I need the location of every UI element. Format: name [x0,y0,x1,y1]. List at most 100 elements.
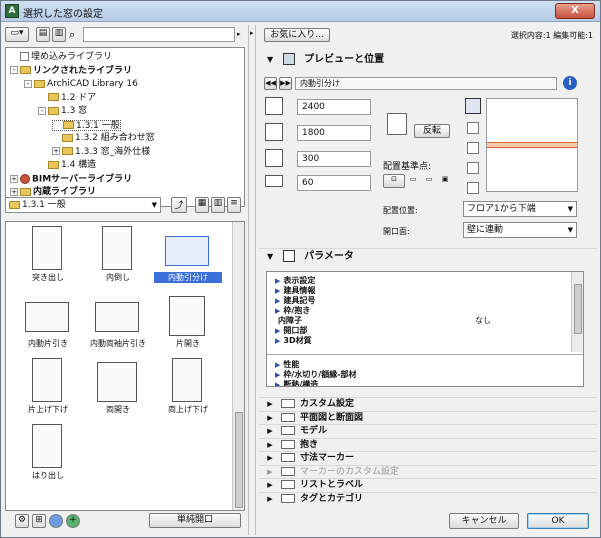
view-3d-icon[interactable] [467,162,479,174]
parameter-row[interactable]: ▶ 建具情報 [275,286,315,295]
info-icon[interactable]: i [563,76,577,90]
parameter-label: 枠/水切り/額縁-部材 [283,370,357,379]
close-button[interactable]: X [555,3,595,19]
parameter-row[interactable]: ▶ 表示設定 [275,276,315,285]
library-item[interactable]: 片開き [158,290,218,352]
library-item[interactable]: 内倒し [88,224,148,286]
cancel-button[interactable]: キャンセル [449,513,519,529]
large-icons-view-icon[interactable]: ▦ [195,197,209,213]
library-item[interactable]: はり出し [18,422,78,484]
anchor-center-icon[interactable]: ▭ [406,174,420,188]
chevron-down-icon: ▼ [151,201,157,209]
section-header[interactable]: ▶ モデル [259,424,597,436]
anchor-right-icon[interactable]: ▭ [422,174,436,188]
section-header[interactable]: ▶ リストとラベル [259,478,597,490]
library-item[interactable]: 両上げ下げ [158,356,218,418]
tree-item[interactable]: 1.4 構造 [38,160,96,171]
panel-splitter[interactable]: ▸ [248,25,256,535]
window-thumbnail-icon [169,296,205,336]
library-item[interactable]: 内動片引き [18,290,78,352]
folder-up-icon[interactable]: ⤴ [171,197,187,213]
view-mode-icon[interactable]: ▭▾ [5,27,29,42]
parameter-label: 断熱/構造 [283,380,319,387]
library-item[interactable]: 片上げ下げ [18,356,78,418]
library-item[interactable]: 内動両袖片引き [88,290,148,352]
view-section-icon[interactable] [467,122,479,134]
tree-item[interactable]: 1.3.2 組み合わせ窓 [52,133,155,144]
anchor-auto-icon[interactable]: ▣ [438,174,452,188]
tree-item[interactable]: - ArchiCAD Library 16 [24,79,138,90]
parameter-row[interactable]: ▶ 性能 [275,360,299,369]
params-divider[interactable] [267,354,583,355]
section-header[interactable]: ▶ 寸法マーカー [259,451,597,463]
ok-button[interactable]: OK [527,513,589,529]
prev-object-button[interactable]: ◀◀ [264,77,277,90]
collapse-triangle-icon: ▼ [267,252,274,261]
width-field[interactable]: 2400 [297,99,371,115]
section-header[interactable]: ▶ カスタム設定 [259,397,597,409]
section-header[interactable]: ▶ タグとカテゴリ [259,491,597,504]
tree-item[interactable]: 1.2 ドア [38,93,96,104]
section-header[interactable]: ▶ 抱き [259,437,597,450]
parameter-row[interactable]: ▶ 開口部 [275,326,307,335]
opening-value: 壁に連動 [467,225,504,235]
preview-section-header[interactable]: ▼ プレビューと位置 [259,52,597,68]
single-opening-button[interactable]: 単純開口 [149,513,241,528]
sill-height-field[interactable]: 300 [297,151,371,167]
opening-dropdown[interactable]: 壁に連動 ▼ [463,222,577,238]
expand-icon[interactable]: + [10,174,18,183]
settings-icon[interactable]: ⚙ [15,514,29,528]
expand-triangle-icon: ▶ [267,413,273,422]
mirror-button[interactable]: 反転 [414,124,450,138]
parameter-row[interactable]: ▶ 枠/抱き [275,306,310,315]
view-elevation-icon[interactable] [467,142,479,154]
view-plan-icon[interactable] [465,98,481,114]
placement-dropdown[interactable]: フロア1から下端 ▼ [463,201,577,217]
add-icon[interactable]: + [66,514,80,528]
tree-item[interactable]: 埋め込みライブラリ [10,52,112,63]
params-section-header[interactable]: ▼ パラメータ [259,248,597,264]
view-mixed-icon[interactable] [467,182,479,194]
tree-item[interactable]: 1.3.1 一般 [52,119,121,131]
library-manager-icon[interactable]: ▤ [36,27,50,42]
window-thumbnail-icon [95,302,139,332]
collapse-arrow-icon[interactable]: ▸ [237,30,241,38]
globe-icon[interactable] [49,514,63,528]
collapse-icon[interactable]: - [10,66,18,74]
search-input[interactable] [83,27,235,42]
expand-icon[interactable]: + [10,187,18,196]
library-load-icon[interactable]: ▥ [52,27,66,42]
folder-dropdown[interactable]: 1.3.1 一般 ▼ [5,197,161,213]
favorites-button[interactable]: お気に入り... [264,28,330,42]
items-scroll-thumb[interactable] [235,412,243,508]
tree-item[interactable]: - 1.3 窓 [38,106,87,117]
embed-icon[interactable]: ⊞ [32,514,46,528]
section-label: リストとラベル [300,480,364,490]
collapse-icon[interactable]: - [38,106,46,115]
parameter-row[interactable]: 内障子 なし [275,316,491,325]
height-field[interactable]: 1800 [297,125,371,141]
depth-field[interactable]: 60 [297,175,371,191]
library-item[interactable]: 両開き [88,356,148,418]
expand-icon[interactable]: + [52,147,60,155]
small-icons-view-icon[interactable]: ▥ [211,197,225,213]
parameter-row[interactable]: ▶ 3D材質 [275,336,312,345]
params-scroll-thumb[interactable] [574,284,582,334]
opening-label: 開口面: [383,227,410,236]
parameter-label: 内障子 [278,316,302,325]
anchor-left-icon[interactable]: ⊡ [383,174,405,188]
tree-item[interactable]: - リンクされたライブラリ [10,66,132,77]
tree-item[interactable]: +1.3.3 窓_海外仕様 [52,147,150,158]
list-view-icon[interactable]: ≡ [227,197,241,213]
tree-item[interactable]: + BIMサーバーライブラリ [10,173,132,185]
library-item[interactable]: 内動引分け [154,224,222,286]
library-item[interactable]: 突き出し [18,224,78,286]
next-object-button[interactable]: ▶▶ [279,77,292,90]
items-scrollbar[interactable] [232,222,244,510]
params-scrollbar[interactable] [571,272,583,352]
collapse-icon[interactable]: - [24,79,32,88]
parameter-row[interactable]: ▶ 枠/水切り/額縁-部材 [275,370,357,379]
parameter-row[interactable]: ▶ 断熱/構造 [275,380,319,387]
section-header[interactable]: ▶ 平面図と断面図 [259,410,597,423]
parameter-row[interactable]: ▶ 建具記号 [275,296,315,305]
